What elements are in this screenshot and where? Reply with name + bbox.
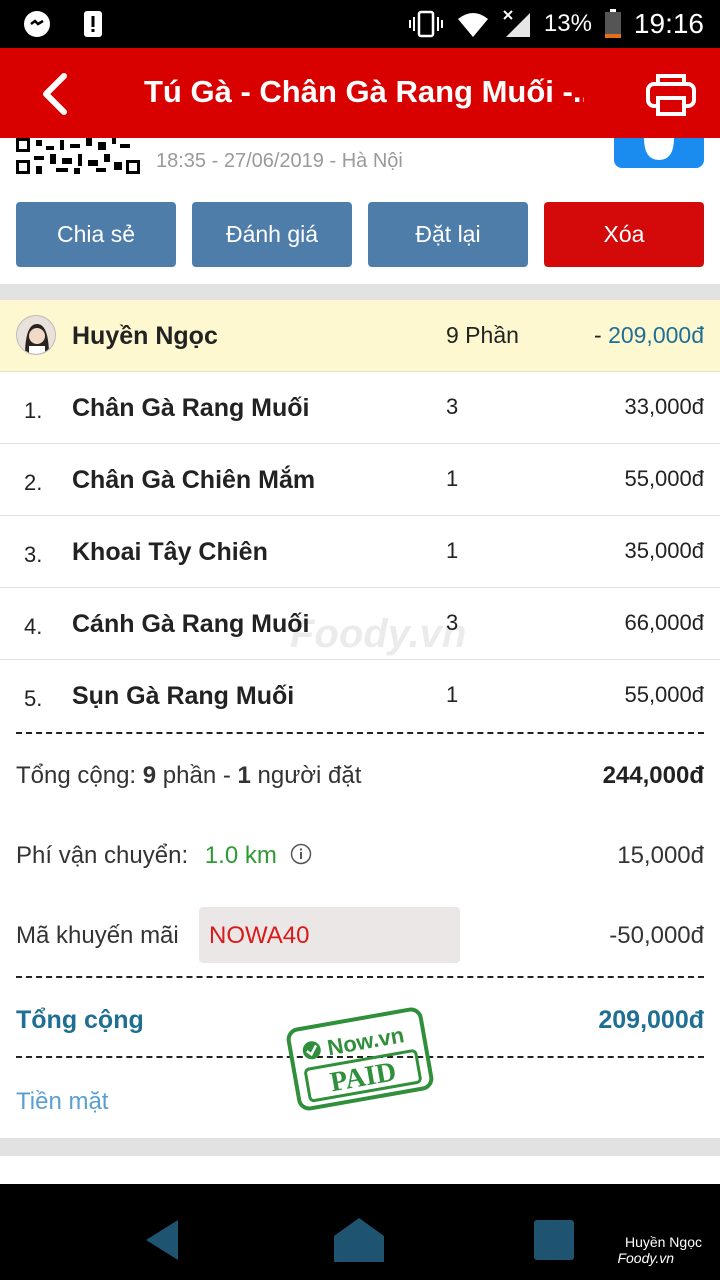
list-item: 1. Chân Gà Rang Muối 3 33,000đ [0, 372, 720, 444]
grand-total-label: Tổng cộng [16, 1006, 144, 1034]
user-avatar-icon [17, 316, 55, 354]
item-name: Cánh Gà Rang Muối [72, 610, 310, 638]
shipping-row: Phí vận chuyển: 1.0 km [16, 842, 312, 870]
rate-button[interactable]: Đánh giá [192, 202, 352, 267]
subtotal-value: 244,000đ [602, 762, 704, 789]
paid-stamp: Now.vn PAID [286, 1007, 434, 1111]
watermark-brand: Foody.vn [617, 1250, 674, 1266]
delete-button[interactable]: Xóa [544, 202, 704, 267]
vibrate-icon [408, 10, 443, 38]
item-quantity: 1 [446, 682, 459, 707]
app-bar: Tú Gà - Chân Gà Rang Muối -... [0, 48, 720, 138]
item-index: 2. [24, 470, 43, 495]
order-meta: 18:35 - 27/06/2019 - Hà Nội [156, 150, 403, 172]
item-name: Khoai Tây Chiên [72, 538, 268, 566]
subtotal-mid: phần - [156, 762, 238, 789]
item-price: 33,000đ [624, 394, 704, 419]
battery-icon [604, 9, 621, 38]
signal-icon [503, 10, 530, 37]
item-price: 55,000đ [624, 682, 704, 707]
item-name: Chân Gà Chiên Mắm [72, 466, 316, 494]
back-nav-icon[interactable] [140, 1218, 190, 1262]
dashed-divider [16, 732, 704, 734]
info-icon[interactable] [290, 843, 312, 865]
promo-code-field: NOWA40 [199, 907, 460, 963]
item-name: Sụn Gà Rang Muối [72, 682, 295, 710]
shipping-distance: 1.0 km [204, 842, 277, 869]
payment-method: Tiền mặt [16, 1088, 109, 1115]
orderer-total-amount: 209,000đ [608, 322, 704, 348]
reorder-button[interactable]: Đặt lại [368, 202, 528, 267]
messenger-icon [644, 138, 674, 160]
orderer-total: - 209,000đ [594, 322, 704, 349]
orderer-name: Huyền Ngọc [72, 322, 218, 350]
list-item: 2. Chân Gà Chiên Mắm 1 55,000đ [0, 444, 720, 516]
share-button[interactable]: Chia sẻ [16, 202, 176, 267]
item-index: 1. [24, 398, 43, 423]
messenger-button[interactable] [614, 138, 704, 168]
qr-code [16, 138, 140, 174]
promo-label: Mã khuyến mãi [16, 922, 179, 949]
watermark-user: Huyền Ngọc [624, 1234, 702, 1250]
chevron-left-icon[interactable] [36, 72, 76, 116]
list-item: 5. Sụn Gà Rang Muối 1 55,000đ [0, 660, 720, 732]
alert-icon [84, 11, 102, 37]
item-name: Chân Gà Rang Muối [72, 394, 310, 422]
promo-code: NOWA40 [209, 922, 310, 949]
clock: 19:16 [633, 8, 704, 39]
recents-nav-icon[interactable] [530, 1218, 580, 1262]
section-divider [0, 1138, 720, 1156]
page-title: Tú Gà - Chân Gà Rang Muối -... [144, 74, 584, 109]
shipping-label: Phí vận chuyển: [16, 842, 189, 869]
watermark: Foody.vn [290, 612, 467, 656]
item-price: 35,000đ [624, 538, 704, 563]
item-quantity: 1 [446, 538, 459, 563]
battery-percentage: 13% [543, 10, 592, 37]
subtotal-prefix: Tổng cộng: [16, 762, 143, 789]
shipping-value: 15,000đ [617, 842, 704, 869]
system-nav-bar: Huyền Ngọc Foody.vn [0, 1184, 720, 1280]
list-item: 3. Khoai Tây Chiên 1 35,000đ [0, 516, 720, 588]
orderer-quantity: 9 Phần [446, 322, 519, 348]
dashed-divider [16, 976, 704, 978]
subtotal-people: 1 [237, 762, 251, 789]
wifi-icon [457, 13, 488, 37]
subtotal-suffix: người đặt [250, 762, 362, 789]
subtotal-label: Tổng cộng: 9 phần - 1 người đặt [16, 762, 361, 790]
item-quantity: 1 [446, 466, 459, 491]
messenger-notification-icon [24, 11, 50, 37]
printer-icon[interactable] [644, 70, 698, 118]
item-quantity: 3 [446, 394, 459, 419]
status-bar: 13% 19:16 [0, 0, 720, 48]
item-price: 55,000đ [624, 466, 704, 491]
promo-value: -50,000đ [609, 922, 704, 949]
item-price: 66,000đ [624, 610, 704, 635]
home-nav-icon[interactable] [334, 1218, 384, 1262]
subtotal-parts: 9 [142, 762, 157, 789]
orderer-row: Huyền Ngọc 9 Phần - 209,000đ [0, 300, 720, 372]
item-index: 5. [24, 686, 43, 711]
orderer-total-sign: - [594, 322, 609, 348]
item-index: 3. [24, 542, 43, 567]
grand-total-value: 209,000đ [598, 1006, 704, 1034]
item-index: 4. [24, 614, 43, 639]
section-divider [0, 284, 720, 300]
avatar [16, 315, 56, 355]
